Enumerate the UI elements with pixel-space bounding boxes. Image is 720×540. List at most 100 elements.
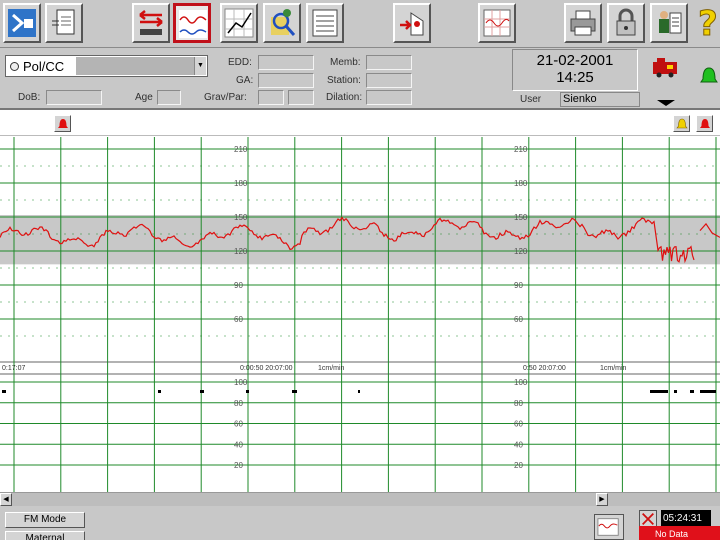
speed-label-right: 1cm/min <box>600 365 627 372</box>
ga-field[interactable] <box>258 73 314 88</box>
time-label-mid: 0:00:50 20:07:00 <box>240 365 293 372</box>
help-button[interactable]: ? <box>697 3 719 45</box>
fhr-tick-label: 120 <box>514 247 528 256</box>
fhr-tick-label: 60 <box>514 315 523 324</box>
mini-trace-icon <box>597 518 619 536</box>
elapsed-time-value: 05:24:31 <box>663 513 702 524</box>
trace-grid-button[interactable] <box>478 3 516 43</box>
alarm-bar <box>0 112 720 136</box>
toco-marker <box>690 390 694 393</box>
gravpar-label: Grav/Par: <box>204 92 247 103</box>
patient-record-icon <box>52 9 75 35</box>
close-icon <box>642 513 654 525</box>
print-button[interactable] <box>564 3 602 43</box>
fm-mode-button[interactable]: FM Mode <box>5 512 85 528</box>
chevron-down-icon[interactable]: ▼ <box>194 57 206 75</box>
fetal-monitor-icon[interactable] <box>651 56 681 78</box>
notes-icon <box>312 9 338 37</box>
patient-info-panel: Pol/CC ▼ DoB: Age EDD: GA: Grav/Par: Mem… <box>0 48 720 110</box>
admit-discharge-button[interactable] <box>393 3 431 43</box>
search-patient-icon <box>271 9 296 36</box>
red-bell-icon <box>58 119 68 128</box>
fhr-tick-label: 150 <box>514 213 528 222</box>
trace-scrollbar[interactable]: ◀ ▶ <box>0 492 720 506</box>
bed-overview-button[interactable] <box>3 3 41 43</box>
station-field[interactable] <box>366 73 412 88</box>
notes-button[interactable] <box>306 3 344 43</box>
grav-field[interactable] <box>258 90 284 105</box>
par-field[interactable] <box>288 90 314 105</box>
toco-tick-label: 100 <box>514 378 528 387</box>
toco-marker <box>358 390 360 393</box>
toco-tick-label: 60 <box>234 420 243 429</box>
yellow-bell-icon <box>676 118 688 129</box>
time-label-left: 0:17:07 <box>2 365 25 372</box>
lock-icon <box>616 8 636 36</box>
search-patient-button[interactable] <box>263 3 301 43</box>
maternal-button[interactable]: Maternal <box>5 531 85 540</box>
patient-status-icon <box>10 62 19 71</box>
lock-button[interactable] <box>607 3 645 43</box>
member-label: Memb: <box>330 57 361 68</box>
edd-field[interactable] <box>258 55 314 70</box>
trace-overview-button[interactable] <box>594 514 624 540</box>
patient-record-button[interactable] <box>45 3 83 43</box>
ctg-trace-icon <box>179 10 207 38</box>
current-time: 14:25 <box>556 69 594 86</box>
toco-tick-label: 100 <box>234 378 248 387</box>
fhr-tick-label: 90 <box>234 281 243 290</box>
member-field[interactable] <box>366 55 412 70</box>
dob-field[interactable] <box>46 90 102 105</box>
dob-label: DoB: <box>18 92 41 103</box>
toco-tick-label: 20 <box>514 461 523 470</box>
main-toolbar: ? <box>0 0 720 48</box>
dropdown-arrow-icon[interactable] <box>655 95 677 106</box>
staff-button[interactable] <box>650 3 688 43</box>
svg-text:?: ? <box>698 4 718 44</box>
fhr-tick-label: 90 <box>514 281 523 290</box>
toco-tick-label: 80 <box>514 399 523 408</box>
fhr-tick-label: 210 <box>234 145 248 154</box>
dilation-field[interactable] <box>366 90 412 105</box>
fhr-tick-label: 120 <box>234 247 248 256</box>
trace-grid-icon <box>483 9 511 37</box>
no-data-status: No Data <box>639 526 720 540</box>
question-mark-icon: ? <box>698 4 719 45</box>
ctg-trace-chart: 210 180 150 120 90 60 100 80 60 40 20 210 180 150 120 9… <box>0 137 720 492</box>
patient-select[interactable]: Pol/CC ▼ <box>5 55 208 77</box>
yellow-alarm-button[interactable] <box>673 115 690 132</box>
edd-label: EDD: <box>228 57 252 68</box>
user-field[interactable]: Sienko <box>560 92 640 107</box>
patient-name-extension <box>76 57 196 75</box>
fhr-tick-label: 150 <box>234 213 248 222</box>
staff-icon <box>659 11 682 34</box>
toco-marker <box>2 390 6 393</box>
fhr-tick-label: 180 <box>234 179 248 188</box>
fhr-tick-label: 60 <box>234 315 243 324</box>
fhr-alarm-button[interactable] <box>54 115 71 132</box>
scroll-right-icon[interactable]: ▶ <box>596 493 608 506</box>
toco-marker <box>200 390 204 393</box>
toco-marker <box>674 390 677 393</box>
user-label: User <box>520 94 542 105</box>
toco-tick-label: 40 <box>234 440 243 449</box>
toco-marker <box>650 390 668 393</box>
current-date: 21-02-2001 <box>536 52 614 69</box>
scroll-left-icon[interactable]: ◀ <box>0 493 12 506</box>
chevron-right-icon[interactable]: › <box>708 511 711 522</box>
green-bell-icon[interactable] <box>700 66 718 86</box>
dilation-label: Dilation: <box>326 92 363 103</box>
ctg-trace-button[interactable] <box>173 3 211 43</box>
bed-overview-icon <box>8 9 36 37</box>
bottom-panel: FM Mode Maternal 05:24:31 › <box>0 506 720 540</box>
transfer-bed-button[interactable] <box>132 3 170 43</box>
age-field[interactable] <box>157 90 181 105</box>
red-alarm-button[interactable] <box>696 115 713 132</box>
toco-tick-label: 60 <box>514 420 523 429</box>
partogram-button[interactable] <box>220 3 258 43</box>
red-bell-icon <box>700 119 710 128</box>
patient-name: Pol/CC <box>23 59 65 74</box>
toco-marker <box>246 390 249 393</box>
toco-tick-label: 80 <box>234 399 243 408</box>
age-label: Age <box>135 92 153 103</box>
